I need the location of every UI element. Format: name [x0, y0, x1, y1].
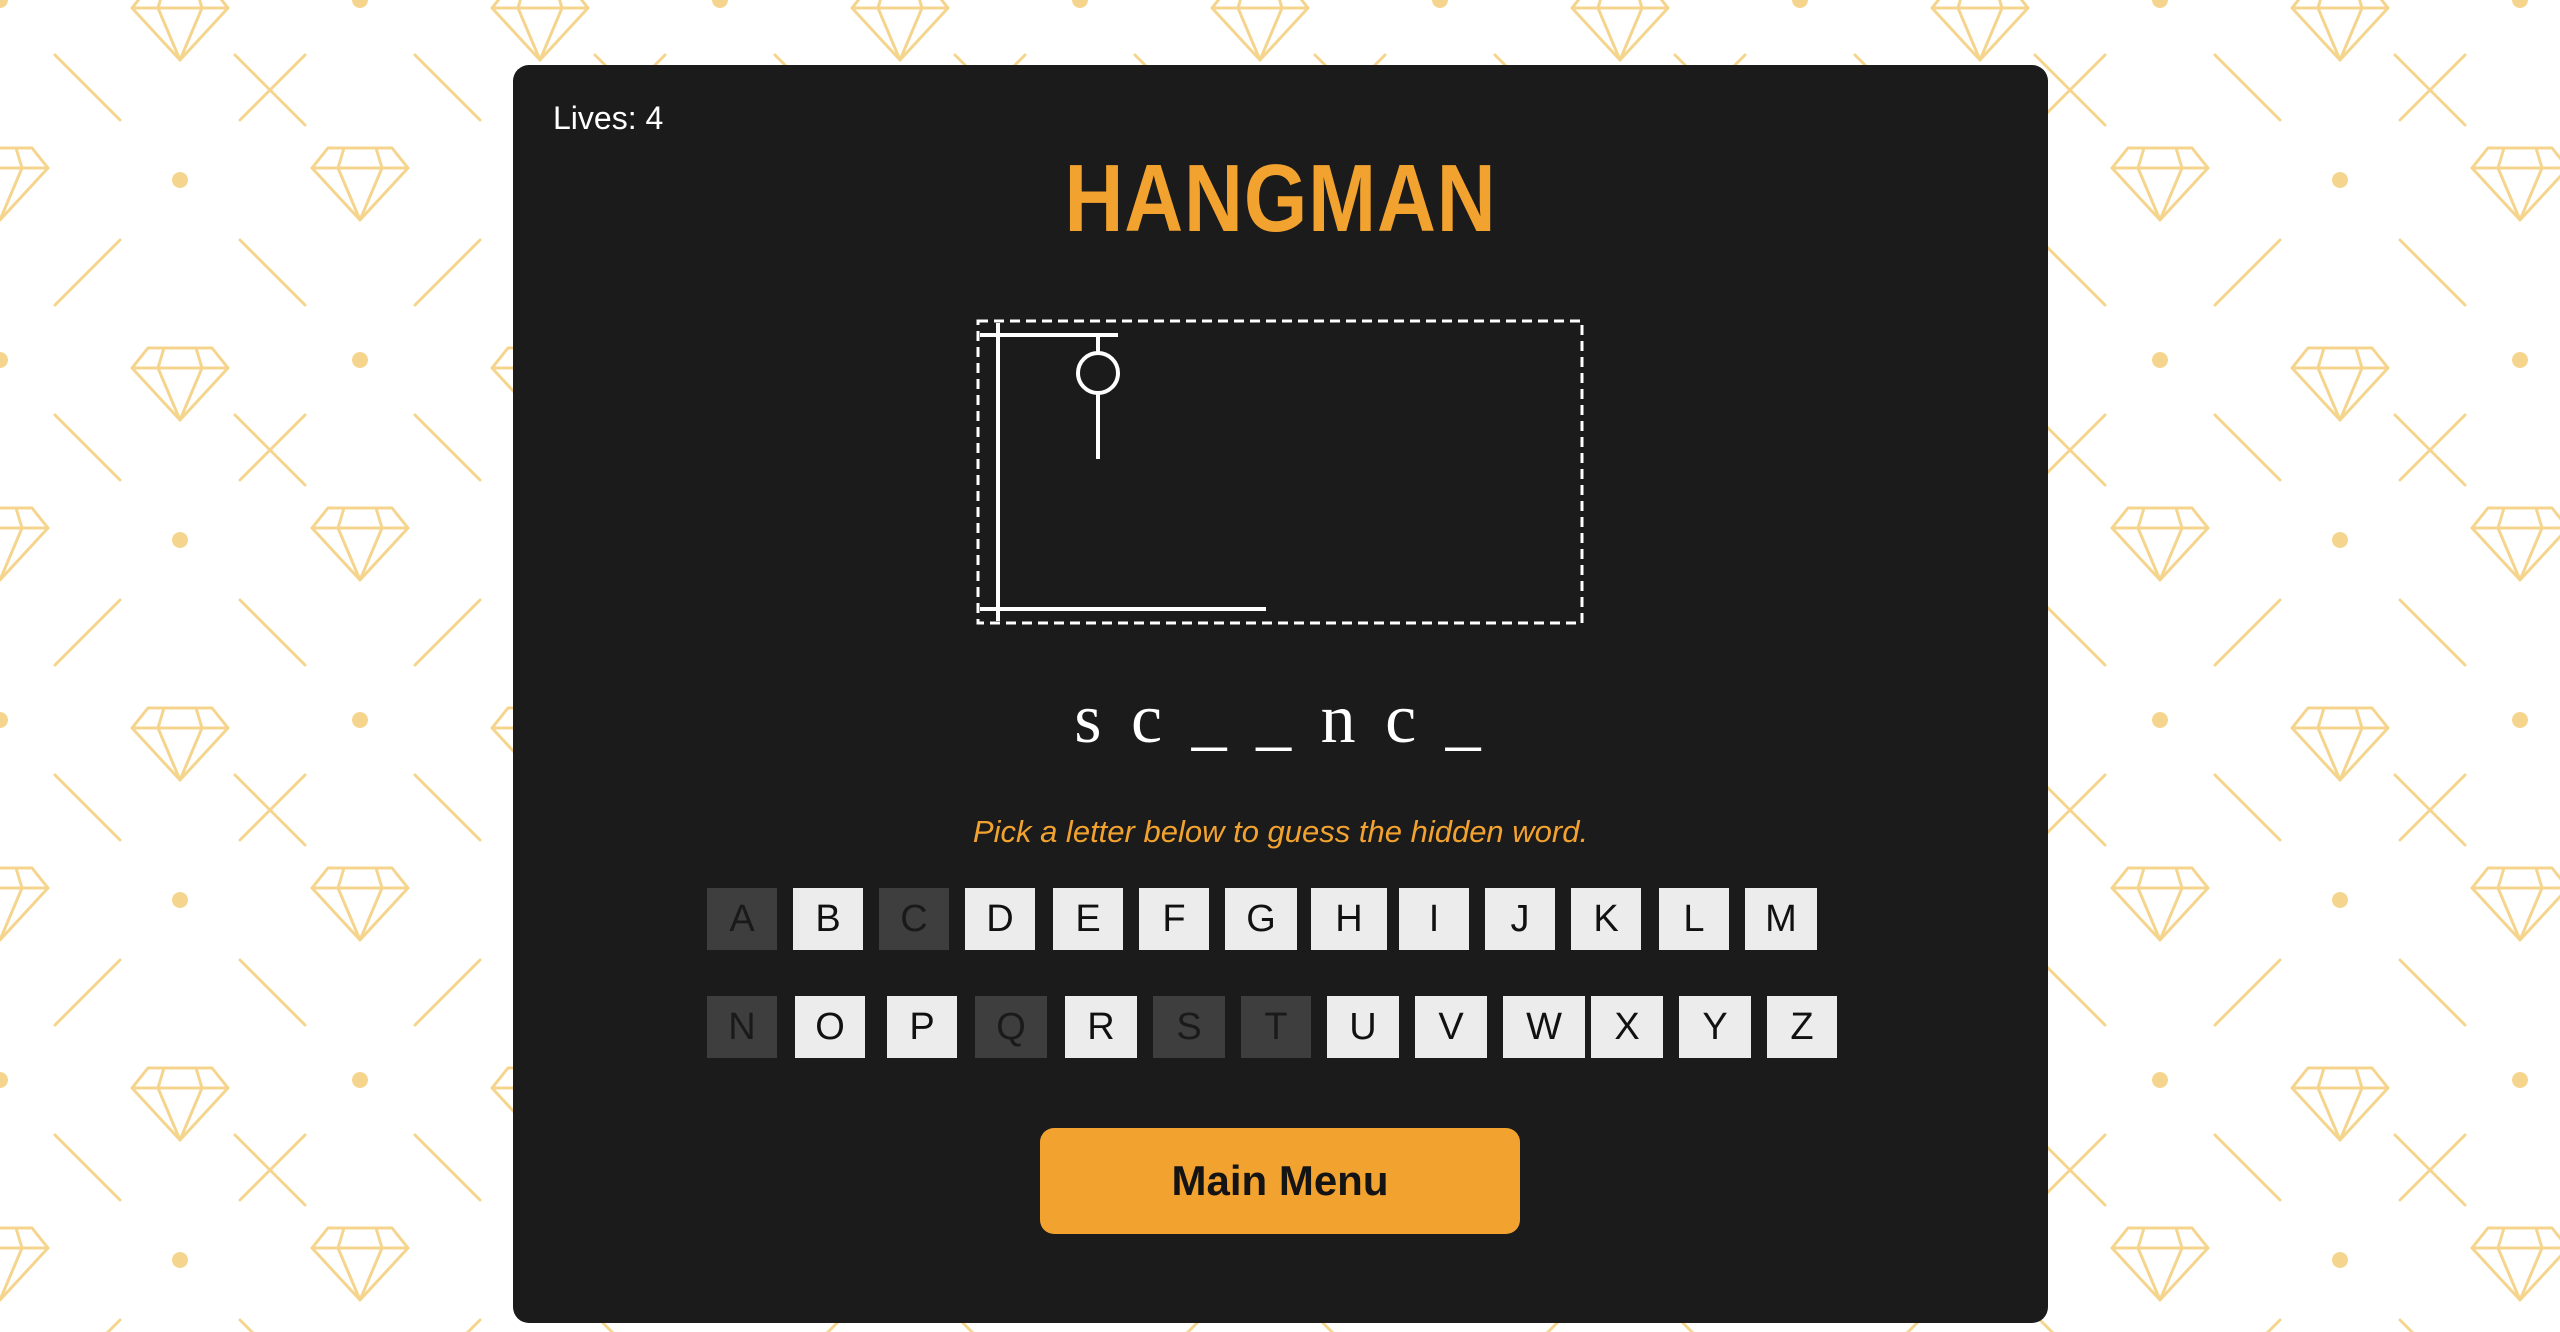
key-q[interactable]: Q [975, 996, 1047, 1058]
key-k[interactable]: K [1571, 888, 1641, 950]
drawing-area-border [976, 319, 1584, 625]
key-g[interactable]: G [1225, 888, 1297, 950]
hangman-drawing [976, 319, 1584, 625]
key-t[interactable]: T [1241, 996, 1311, 1058]
key-f[interactable]: F [1139, 888, 1209, 950]
key-v[interactable]: V [1415, 996, 1487, 1058]
lives-counter: Lives: 4 [553, 100, 664, 136]
key-z[interactable]: Z [1767, 996, 1837, 1058]
key-e[interactable]: E [1053, 888, 1123, 950]
key-y[interactable]: Y [1679, 996, 1751, 1058]
hangman-head [1076, 351, 1120, 395]
key-x[interactable]: X [1591, 996, 1663, 1058]
game-card: Lives: 4 HANGMAN s c _ _ n c _ Pick a le… [513, 65, 2048, 1323]
key-i[interactable]: I [1399, 888, 1469, 950]
key-d[interactable]: D [965, 888, 1035, 950]
gallows-structure [980, 323, 1266, 621]
key-b[interactable]: B [793, 888, 863, 950]
game-title: HANGMAN [1064, 145, 1497, 252]
key-r[interactable]: R [1065, 996, 1137, 1058]
key-a[interactable]: A [707, 888, 777, 950]
key-u[interactable]: U [1327, 996, 1399, 1058]
key-h[interactable]: H [1311, 888, 1387, 950]
keyboard-row-1: ABCDEFGHIJKLM [707, 888, 1817, 950]
key-s[interactable]: S [1153, 996, 1225, 1058]
main-menu-button[interactable]: Main Menu [1040, 1128, 1520, 1234]
key-c[interactable]: C [879, 888, 949, 950]
keyboard-row-2: NOPQRSTUVWXYZ [707, 996, 1837, 1058]
hidden-word: s c _ _ n c _ [1074, 681, 1487, 758]
key-w[interactable]: W [1503, 996, 1585, 1058]
key-l[interactable]: L [1659, 888, 1729, 950]
key-j[interactable]: J [1485, 888, 1555, 950]
instruction-text: Pick a letter below to guess the hidden … [972, 814, 1589, 849]
key-n[interactable]: N [707, 996, 777, 1058]
key-p[interactable]: P [887, 996, 957, 1058]
key-o[interactable]: O [795, 996, 865, 1058]
key-m[interactable]: M [1745, 888, 1817, 950]
